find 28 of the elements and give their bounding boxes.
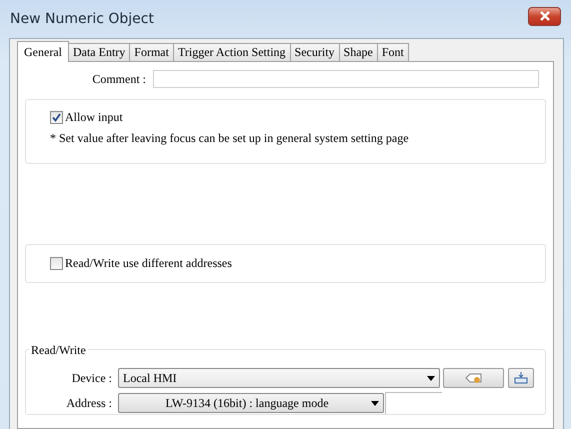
checkbox[interactable] <box>50 111 63 124</box>
address-field[interactable] <box>385 392 442 414</box>
note-text: * Set value after leaving focus can be set up in general system setting page <box>50 131 410 146</box>
checkbox-label: Read/Write use different addresses <box>65 256 232 271</box>
tab[interactable]: Shape <box>338 43 378 61</box>
address-label: Address : <box>65 396 112 410</box>
caret-icon <box>371 400 379 406</box>
keyboard-button[interactable] <box>508 368 534 388</box>
download-icon <box>514 371 528 385</box>
comment-field[interactable] <box>153 70 539 88</box>
checkbox-label: Allow input <box>65 110 123 125</box>
close-icon <box>538 11 550 21</box>
tab[interactable]: Trigger Action Setting <box>172 43 291 61</box>
device-label: Device : <box>70 370 112 386</box>
tab[interactable]: Data Entry <box>68 43 130 61</box>
tag-button[interactable] <box>443 368 504 388</box>
caret-icon <box>427 376 435 380</box>
tab[interactable]: Font <box>376 43 409 61</box>
tab[interactable]: Security <box>290 43 340 61</box>
address-dropdown[interactable]: LW-9134 (16bit) : language mode <box>118 393 384 413</box>
comment-label: Comment : <box>91 72 146 86</box>
checkbox[interactable] <box>50 257 63 270</box>
tag-icon <box>464 372 484 384</box>
device-dropdown[interactable]: Local HMI <box>118 368 440 388</box>
window-title: New Numeric Object <box>10 11 154 27</box>
tab[interactable]: Format <box>129 43 174 61</box>
tab[interactable]: General <box>17 41 69 62</box>
close-button[interactable] <box>528 6 561 26</box>
